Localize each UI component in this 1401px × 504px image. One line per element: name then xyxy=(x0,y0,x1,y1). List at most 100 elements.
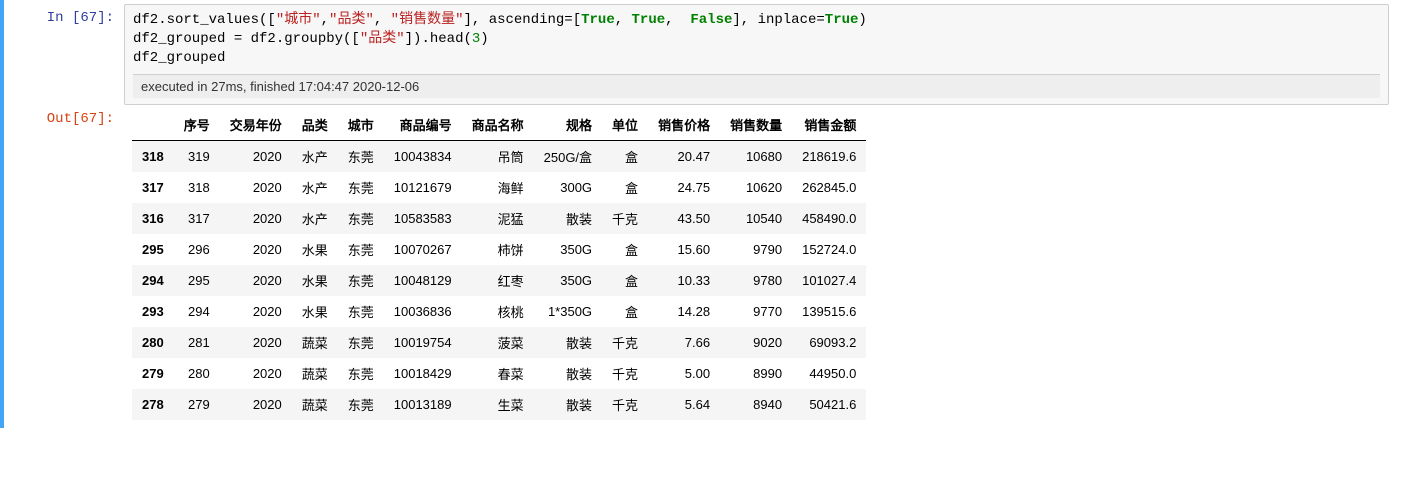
cell: 散装 xyxy=(534,358,602,389)
cell: 2020 xyxy=(220,358,292,389)
cell: 吊筒 xyxy=(462,140,534,172)
col-header: 单位 xyxy=(602,109,648,141)
code-token: ) xyxy=(858,12,866,28)
table-row: 3183192020水产东莞10043834吊筒250G/盒盒20.471068… xyxy=(132,140,866,172)
cell: 139515.6 xyxy=(792,296,866,327)
cell: 东莞 xyxy=(338,327,384,358)
cell: 10620 xyxy=(720,172,792,203)
code-input-area[interactable]: df2.sort_values(["城市","品类", "销售数量"], asc… xyxy=(124,4,1389,105)
cell: 2020 xyxy=(220,327,292,358)
cell: 水果 xyxy=(292,234,338,265)
cell: 红枣 xyxy=(462,265,534,296)
cell: 蔬菜 xyxy=(292,327,338,358)
cell: 250G/盒 xyxy=(534,140,602,172)
cell: 350G xyxy=(534,265,602,296)
cell: 300G xyxy=(534,172,602,203)
cell: 14.28 xyxy=(648,296,720,327)
col-header: 销售价格 xyxy=(648,109,720,141)
table-row: 2792802020蔬菜东莞10018429春菜散装千克5.0089904495… xyxy=(132,358,866,389)
cell: 9780 xyxy=(720,265,792,296)
cell: 262845.0 xyxy=(792,172,866,203)
table-row: 2952962020水果东莞10070267柿饼350G盒15.60979015… xyxy=(132,234,866,265)
cell: 1*350G xyxy=(534,296,602,327)
row-index: 316 xyxy=(132,203,174,234)
cell: 海鲜 xyxy=(462,172,534,203)
code-token: df2.sort_values([ xyxy=(133,12,276,28)
cell: 10043834 xyxy=(384,140,462,172)
cell: 2020 xyxy=(220,265,292,296)
code-token: , xyxy=(374,12,391,28)
code-token: df2_grouped xyxy=(133,50,225,66)
cell: 7.66 xyxy=(648,327,720,358)
cell: 296 xyxy=(174,234,220,265)
cell: 泥猛 xyxy=(462,203,534,234)
cell: 水产 xyxy=(292,172,338,203)
dataframe-table: 序号 交易年份 品类 城市 商品编号 商品名称 规格 单位 销售价格 销售数量 … xyxy=(132,109,866,420)
cell: 294 xyxy=(174,296,220,327)
cell: 24.75 xyxy=(648,172,720,203)
cell: 散装 xyxy=(534,389,602,420)
table-row: 2932942020水果东莞10036836核桃1*350G盒14.289770… xyxy=(132,296,866,327)
cell: 盒 xyxy=(602,296,648,327)
cell: 东莞 xyxy=(338,296,384,327)
notebook-cell: In [67]: df2.sort_values(["城市","品类", "销售… xyxy=(0,0,1401,428)
cell: 水产 xyxy=(292,140,338,172)
cell: 2020 xyxy=(220,234,292,265)
table-row: 3173182020水产东莞10121679海鲜300G盒24.75106202… xyxy=(132,172,866,203)
cell: 千克 xyxy=(602,389,648,420)
cell: 千克 xyxy=(602,358,648,389)
cell: 盒 xyxy=(602,234,648,265)
table-row: 3163172020水产东莞10583583泥猛散装千克43.501054045… xyxy=(132,203,866,234)
cell: 43.50 xyxy=(648,203,720,234)
cell: 千克 xyxy=(602,203,648,234)
output-prompt: Out[67]: xyxy=(4,105,124,127)
cell: 317 xyxy=(174,203,220,234)
cell: 2020 xyxy=(220,389,292,420)
cell: 152724.0 xyxy=(792,234,866,265)
exec-info: executed in 27ms, finished 17:04:47 2020… xyxy=(133,74,1380,98)
cell: 101027.4 xyxy=(792,265,866,296)
code-token: ) xyxy=(480,31,488,47)
cell: 5.64 xyxy=(648,389,720,420)
code-keyword: True xyxy=(632,12,666,28)
col-index xyxy=(132,109,174,141)
cell: 350G xyxy=(534,234,602,265)
col-header: 商品编号 xyxy=(384,109,462,141)
cell: 10583583 xyxy=(384,203,462,234)
row-index: 278 xyxy=(132,389,174,420)
col-header: 交易年份 xyxy=(220,109,292,141)
col-header: 城市 xyxy=(338,109,384,141)
cell: 东莞 xyxy=(338,172,384,203)
input-area-wrap: df2.sort_values(["城市","品类", "销售数量"], asc… xyxy=(124,4,1389,105)
cell: 50421.6 xyxy=(792,389,866,420)
cell: 水产 xyxy=(292,203,338,234)
cell: 318 xyxy=(174,172,220,203)
cell: 核桃 xyxy=(462,296,534,327)
cell: 8940 xyxy=(720,389,792,420)
code-string: "品类" xyxy=(360,31,405,47)
cell: 9770 xyxy=(720,296,792,327)
col-header: 规格 xyxy=(534,109,602,141)
cell: 盒 xyxy=(602,172,648,203)
cell: 蔬菜 xyxy=(292,389,338,420)
cell: 菠菜 xyxy=(462,327,534,358)
col-header: 序号 xyxy=(174,109,220,141)
code-string: "品类" xyxy=(329,12,374,28)
cell: 东莞 xyxy=(338,203,384,234)
cell: 2020 xyxy=(220,172,292,203)
table-header-row: 序号 交易年份 品类 城市 商品编号 商品名称 规格 单位 销售价格 销售数量 … xyxy=(132,109,866,141)
code-keyword: False xyxy=(690,12,732,28)
cell: 盒 xyxy=(602,265,648,296)
cell: 20.47 xyxy=(648,140,720,172)
cell: 319 xyxy=(174,140,220,172)
cell: 2020 xyxy=(220,140,292,172)
output-row: Out[67]: 序号 交易年份 品类 城市 商品编号 商品名称 规格 单位 销… xyxy=(4,105,1401,420)
output-area: 序号 交易年份 品类 城市 商品编号 商品名称 规格 单位 销售价格 销售数量 … xyxy=(124,105,1401,420)
code-token: , xyxy=(665,12,690,28)
code-keyword: True xyxy=(825,12,859,28)
code-token: , xyxy=(321,12,329,28)
cell: 东莞 xyxy=(338,234,384,265)
table-row: 2942952020水果东莞10048129红枣350G盒10.33978010… xyxy=(132,265,866,296)
row-index: 280 xyxy=(132,327,174,358)
cell: 2020 xyxy=(220,296,292,327)
